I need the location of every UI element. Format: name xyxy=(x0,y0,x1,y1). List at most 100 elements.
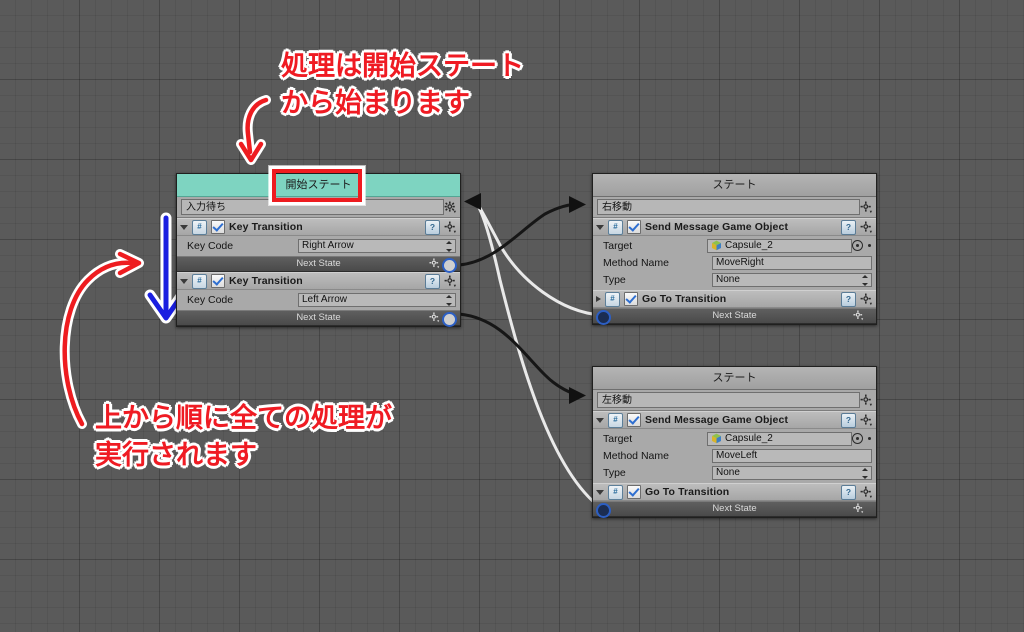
property-value: MoveLeft xyxy=(716,449,758,461)
property-label: Key Code xyxy=(187,293,234,306)
transition-output-port[interactable] xyxy=(596,310,611,325)
left-state-name-row[interactable]: 左移動 xyxy=(593,390,876,411)
component-header-go-to-transition-right[interactable]: # Go To Transition ? xyxy=(593,290,876,308)
component-enabled-checkbox[interactable] xyxy=(627,413,641,427)
component-header-key-transition-2[interactable]: # Key Transition ? xyxy=(177,272,460,290)
component-enabled-checkbox[interactable] xyxy=(624,292,638,306)
next-state-label: Next State xyxy=(296,312,341,323)
property-value: None xyxy=(716,273,740,285)
gear-icon[interactable] xyxy=(860,293,873,306)
method-name-field[interactable]: MoveRight xyxy=(712,255,872,270)
next-state-label: Next State xyxy=(296,258,341,269)
expand-triangle-icon[interactable] xyxy=(596,296,601,302)
capsule-object-icon xyxy=(711,433,722,444)
type-dropdown[interactable]: None xyxy=(712,272,872,287)
transition-output-port[interactable] xyxy=(442,312,457,327)
object-picker-icon[interactable] xyxy=(852,240,863,251)
property-label: Target xyxy=(603,432,633,445)
csharp-script-icon: # xyxy=(608,412,623,428)
next-state-bar-left[interactable]: Next State xyxy=(593,501,876,518)
gear-icon[interactable] xyxy=(853,503,866,516)
node-title-right-state: ステート xyxy=(593,174,876,197)
gear-icon[interactable] xyxy=(444,201,457,214)
property-row[interactable]: Key Code Right Arrow xyxy=(177,237,460,254)
next-state-bar-2[interactable]: Next State xyxy=(177,310,460,327)
gear-icon[interactable] xyxy=(860,394,873,407)
component-enabled-checkbox[interactable] xyxy=(627,220,641,234)
property-value: Right Arrow xyxy=(302,239,354,251)
object-picker-icon[interactable] xyxy=(852,433,863,444)
expand-triangle-icon[interactable] xyxy=(180,224,188,230)
component-enabled-checkbox[interactable] xyxy=(211,220,225,234)
property-row[interactable]: Key Code Left Arrow xyxy=(177,291,460,308)
help-icon[interactable]: ? xyxy=(425,273,440,289)
property-row[interactable]: Method Name MoveRight xyxy=(593,254,876,271)
object-picker-controls[interactable] xyxy=(852,433,871,444)
component-header-send-message-right[interactable]: # Send Message Game Object ? xyxy=(593,218,876,236)
component-properties-key-transition-1: Key Code Right Arrow xyxy=(177,236,460,256)
transition-output-port[interactable] xyxy=(442,258,457,273)
property-value: MoveRight xyxy=(716,256,764,268)
right-state-name-row[interactable]: 右移動 xyxy=(593,197,876,218)
expand-triangle-icon[interactable] xyxy=(180,278,188,284)
type-dropdown[interactable]: None xyxy=(712,465,872,480)
target-object-field[interactable]: Capsule_2 xyxy=(707,431,852,446)
dropdown-dot-icon[interactable] xyxy=(868,244,871,247)
help-icon[interactable]: ? xyxy=(425,219,440,235)
gear-icon[interactable] xyxy=(444,221,457,234)
csharp-script-icon: # xyxy=(605,291,620,307)
annotation-bottom: 上から順に全ての処理が 実行されます xyxy=(95,403,392,471)
method-name-field[interactable]: MoveLeft xyxy=(712,448,872,463)
capsule-object-icon xyxy=(711,240,722,251)
help-icon[interactable]: ? xyxy=(841,291,856,307)
node-title-left-state: ステート xyxy=(593,367,876,390)
component-enabled-checkbox[interactable] xyxy=(211,274,225,288)
gear-icon[interactable] xyxy=(860,486,873,499)
next-state-label: Next State xyxy=(712,310,757,321)
help-icon[interactable]: ? xyxy=(841,484,856,500)
gear-icon[interactable] xyxy=(860,201,873,214)
property-value: Left Arrow xyxy=(302,293,348,305)
transition-output-port[interactable] xyxy=(596,503,611,518)
left-state-name-field[interactable]: 左移動 xyxy=(597,392,860,408)
component-header-key-transition-1[interactable]: # Key Transition ? xyxy=(177,218,460,236)
gear-icon[interactable] xyxy=(444,275,457,288)
component-title: Key Transition xyxy=(229,221,303,233)
gear-icon[interactable] xyxy=(429,312,442,325)
gear-icon[interactable] xyxy=(860,221,873,234)
csharp-script-icon: # xyxy=(608,484,623,500)
component-properties-key-transition-2: Key Code Left Arrow xyxy=(177,290,460,310)
key-code-dropdown[interactable]: Right Arrow xyxy=(298,238,456,253)
key-code-dropdown[interactable]: Left Arrow xyxy=(298,292,456,307)
highlight-box-start-state xyxy=(272,169,362,202)
property-row[interactable]: Target Capsule_2 xyxy=(593,237,876,254)
next-state-bar-right[interactable]: Next State xyxy=(593,308,876,325)
help-icon[interactable]: ? xyxy=(841,219,856,235)
component-title: Key Transition xyxy=(229,275,303,287)
gear-icon[interactable] xyxy=(853,310,866,323)
property-row[interactable]: Target Capsule_2 xyxy=(593,430,876,447)
target-object-field[interactable]: Capsule_2 xyxy=(707,238,852,253)
right-state-name-field[interactable]: 右移動 xyxy=(597,199,860,215)
component-header-go-to-transition-left[interactable]: # Go To Transition ? xyxy=(593,483,876,501)
expand-triangle-icon[interactable] xyxy=(596,489,604,495)
component-enabled-checkbox[interactable] xyxy=(627,485,641,499)
node-right-state[interactable]: ステート 右移動 # Send Message Game Object ? Ta… xyxy=(592,173,877,325)
object-picker-controls[interactable] xyxy=(852,240,871,251)
gear-icon[interactable] xyxy=(429,258,442,271)
property-row[interactable]: Type None xyxy=(593,464,876,481)
property-label: Method Name xyxy=(603,449,669,462)
component-title: Send Message Game Object xyxy=(645,414,789,426)
gear-icon[interactable] xyxy=(860,414,873,427)
dropdown-dot-icon[interactable] xyxy=(868,437,871,440)
expand-triangle-icon[interactable] xyxy=(596,417,604,423)
help-icon[interactable]: ? xyxy=(841,412,856,428)
dropdown-stepper-icon xyxy=(861,274,869,286)
property-value: None xyxy=(716,466,740,478)
property-row[interactable]: Method Name MoveLeft xyxy=(593,447,876,464)
next-state-bar-1[interactable]: Next State xyxy=(177,256,460,273)
property-row[interactable]: Type None xyxy=(593,271,876,288)
expand-triangle-icon[interactable] xyxy=(596,224,604,230)
component-header-send-message-left[interactable]: # Send Message Game Object ? xyxy=(593,411,876,429)
node-left-state[interactable]: ステート 左移動 # Send Message Game Object ? Ta… xyxy=(592,366,877,518)
